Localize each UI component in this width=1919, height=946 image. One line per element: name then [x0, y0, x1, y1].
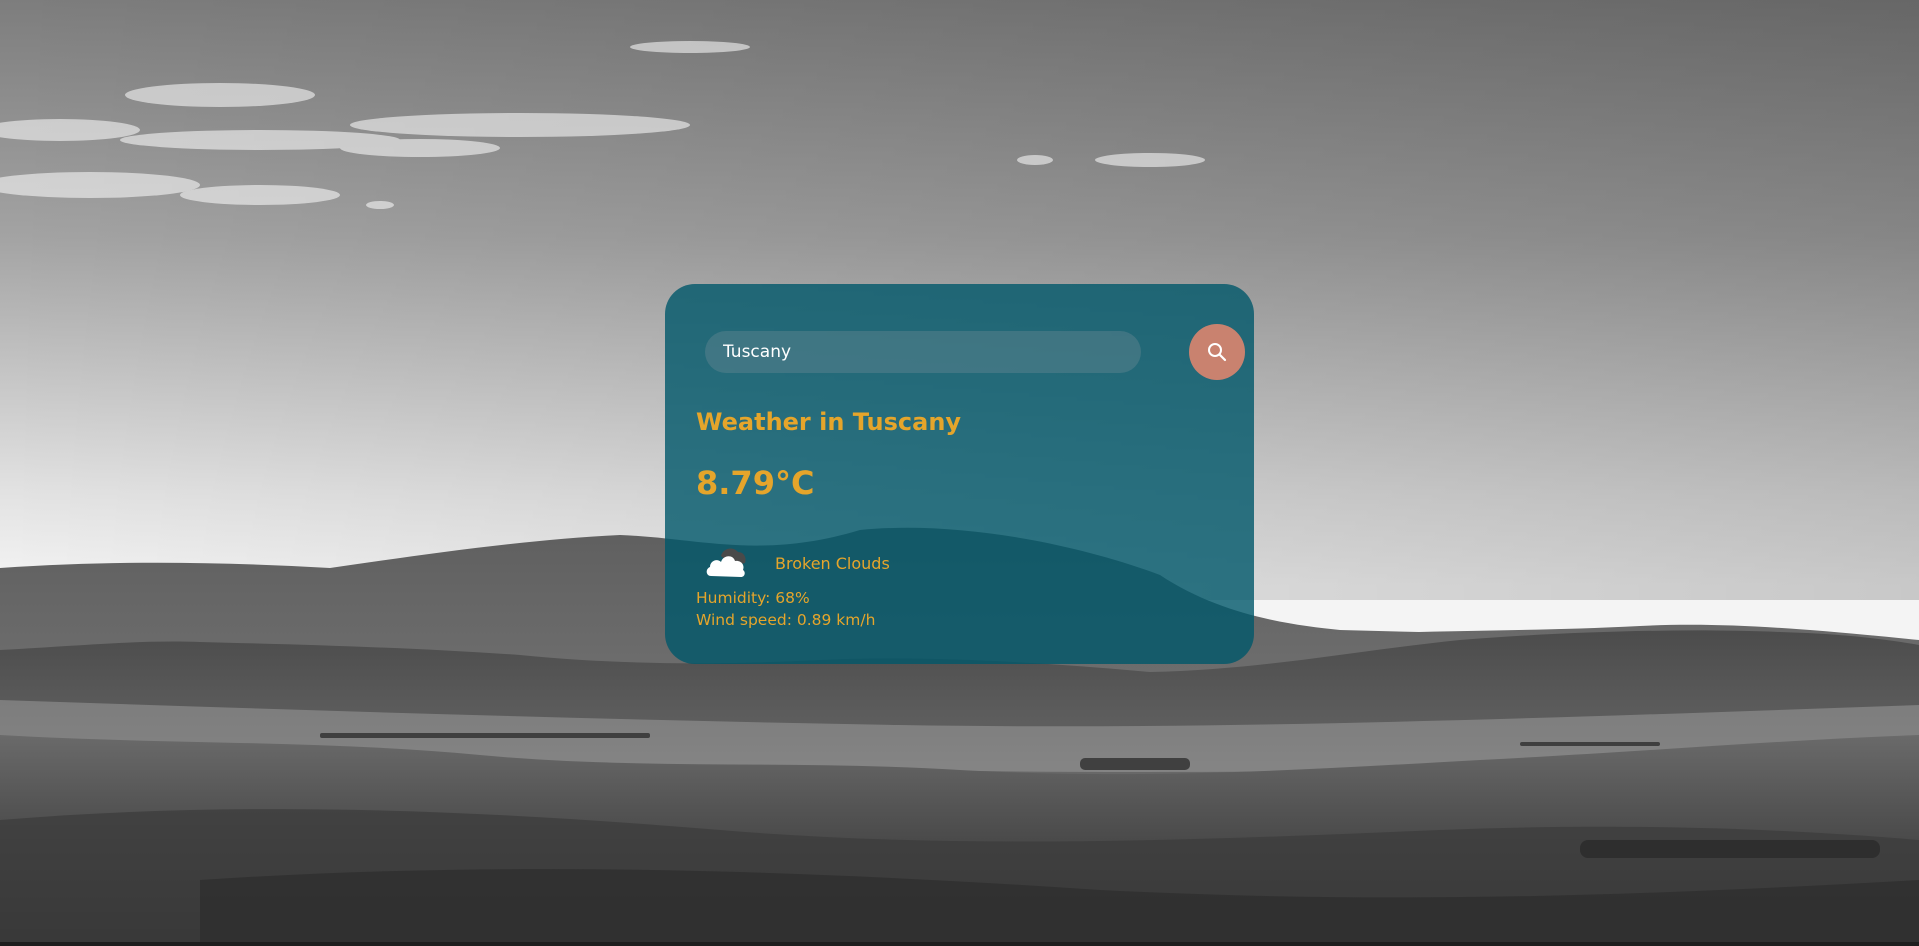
search-icon [1208, 343, 1227, 362]
condition-label: Broken Clouds [775, 553, 890, 573]
weather-card: Weather in Tuscany 8.79°C Broken Clouds … [665, 284, 1254, 664]
search-input[interactable] [705, 331, 1141, 373]
broken-clouds-icon [706, 548, 746, 577]
weather-title: Weather in Tuscany [696, 408, 962, 436]
humidity-text: Humidity: 68% [696, 589, 810, 607]
search-bar [705, 324, 1245, 380]
temperature-value: 8.79°C [696, 464, 815, 502]
search-button[interactable] [1189, 324, 1245, 380]
wind-speed-text: Wind speed: 0.89 km/h [696, 611, 876, 629]
weather-condition: Broken Clouds [703, 540, 890, 586]
